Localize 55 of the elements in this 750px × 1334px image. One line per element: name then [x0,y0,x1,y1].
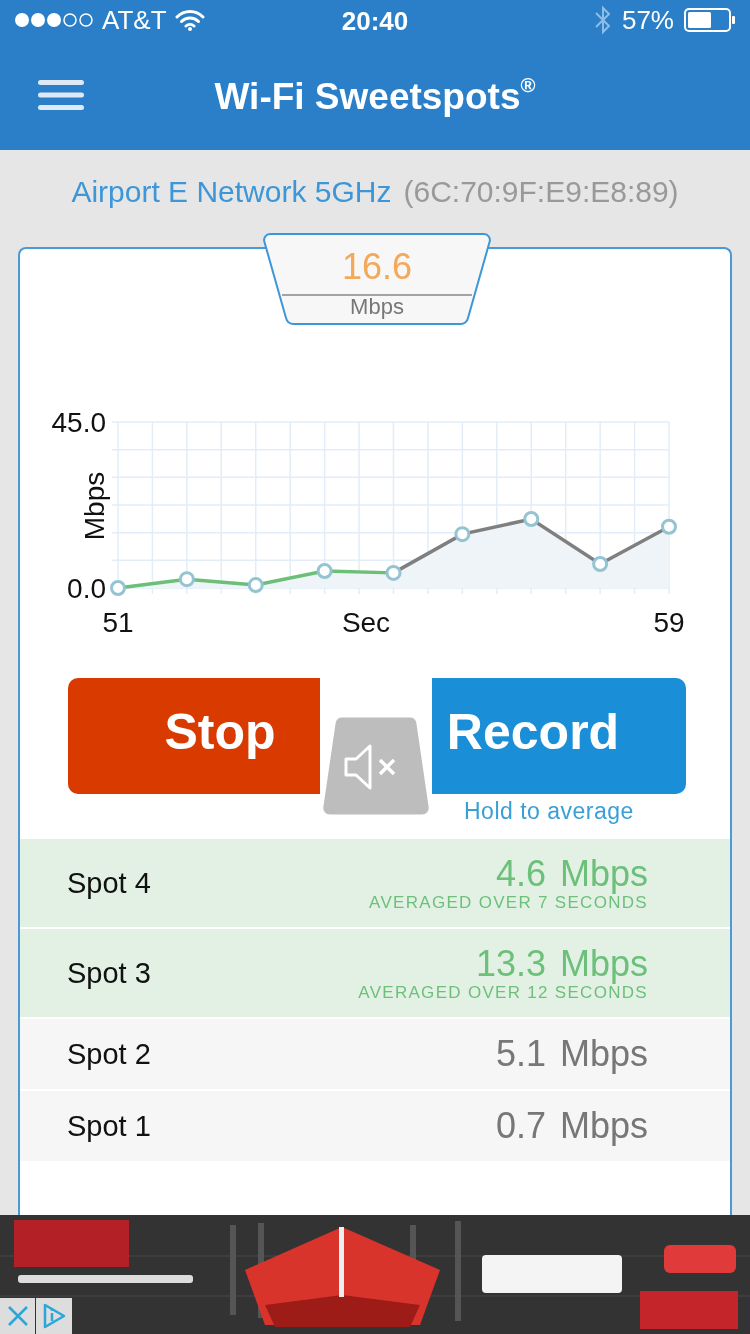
average-note: AVERAGED OVER 7 SECONDS [369,893,648,913]
data-point [661,518,677,535]
menu-icon [38,80,84,110]
wifi-icon [174,9,205,31]
record-button[interactable]: Record [432,678,686,794]
spot-row[interactable]: Spot 2 5.1 Mbps [20,1019,730,1089]
app-title: Wi-Fi Sweetspots$^{®}$ [214,76,536,117]
speed-unit: Mbps [559,1033,648,1075]
speed-unit: Mbps [559,853,648,895]
spot-speed: 4.6 [495,853,546,895]
data-point [454,526,471,543]
speed-unit: Mbps [559,1105,648,1147]
spot-row[interactable]: Spot 4 4.6 Mbps AVERAGED OVER 7 SECONDS [20,839,730,927]
battery-percent: 57% [621,4,674,36]
data-point [385,564,402,581]
x-axis-label: Sec [341,607,391,638]
mute-button[interactable] [320,714,432,818]
bluetooth-icon [593,5,612,35]
data-point [592,556,609,572]
data-point [523,511,540,527]
spot-name: Spot 2 [67,1037,151,1071]
signal-icon [14,12,94,28]
battery-icon [684,8,736,32]
network-mac: (6C:70:9F:E9:E8:89) [403,175,679,209]
stop-button[interactable]: Stop [68,678,320,794]
spot-row[interactable]: Spot 3 13.3 Mbps AVERAGED OVER 12 SECONDS [20,929,730,1017]
spot-row[interactable]: Spot 1 0.7 Mbps [20,1091,730,1161]
ad-choices-button[interactable] [36,1298,72,1334]
close-button[interactable] [0,1298,35,1334]
y-tick-label: 0.0 [67,573,106,604]
ad-choices-icon [42,1302,66,1330]
menu-button[interactable] [38,80,84,110]
spot-speed: 5.1 [495,1033,546,1075]
data-point [316,563,333,580]
spot-speed: 0.7 [495,1105,546,1147]
x-tick-label: 51 [102,607,134,638]
spot-speed: 13.3 [475,943,546,985]
carrier-name: AT&T [102,4,167,36]
spot-name: Spot 1 [67,1109,151,1143]
data-point [247,577,264,594]
close-icon [6,1305,29,1327]
x-tick-label: 59 [653,607,685,638]
y-tick-label: 45.0 [51,407,106,438]
network-name: Airport E Network 5GHz [71,175,392,209]
spot-name: Spot 3 [67,956,151,990]
data-point [178,571,195,588]
clock-time: 20:40 [341,6,409,36]
speed-unit: Mbps [559,943,648,985]
record-hint: Hold to average [464,798,634,824]
y-axis-label: Mbps [79,471,110,541]
average-note: AVERAGED OVER 12 SECONDS [358,983,648,1003]
speed-unit: Mbps [350,294,404,320]
data-point [110,580,126,596]
speed-value: 16.6 [341,246,413,288]
spot-name: Spot 4 [67,866,151,900]
